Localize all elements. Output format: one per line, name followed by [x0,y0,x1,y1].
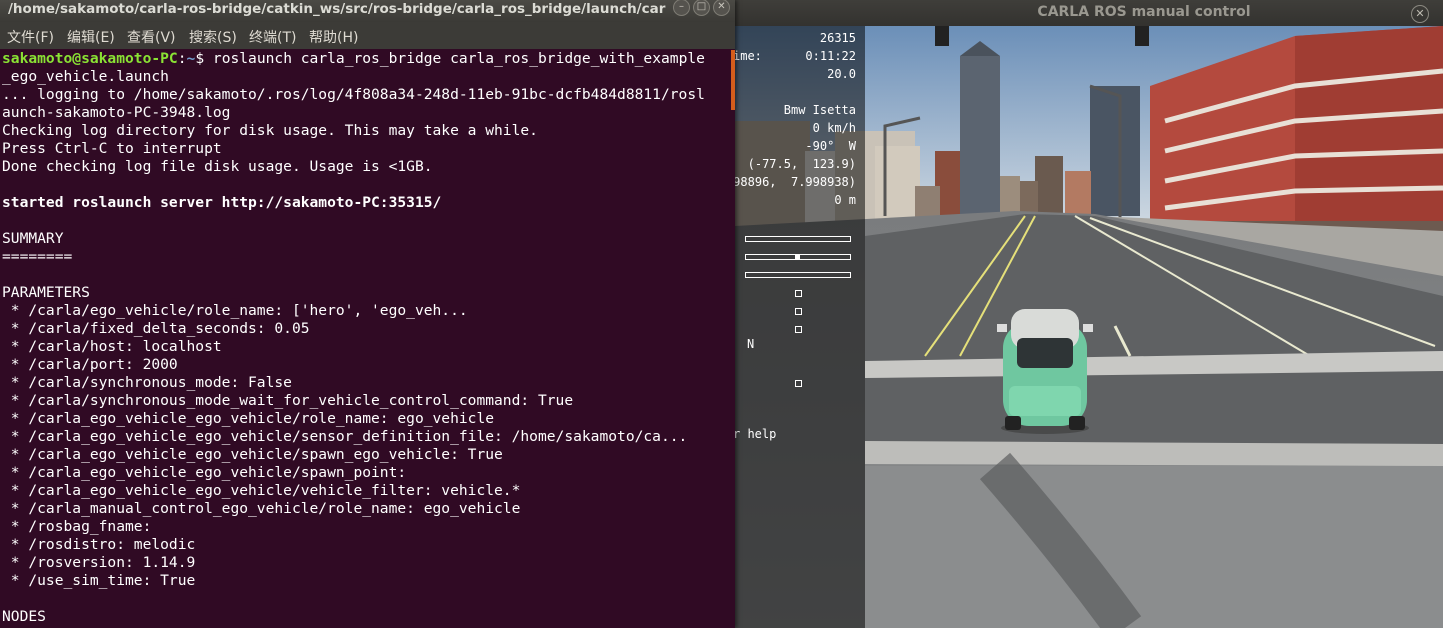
prompt-separator: : [177,50,187,67]
carla-window[interactable]: CARLA ROS manual control ✕ 26315 ime: 0:… [735,0,1443,628]
ego-vehicle [997,309,1093,434]
terminal-window-title: /home/sakamoto/carla-ros-bridge/catkin_w… [8,1,666,17]
minimize-icon[interactable]: – [673,0,690,16]
output-line: ... logging to /home/sakamoto/.ros/log/4… [2,86,705,103]
output-line: * /carla_ego_vehicle_ego_vehicle/spawn_p… [2,464,415,481]
output-line: Done checking log file disk usage. Usage… [2,158,433,175]
output-line: NODES [2,608,46,625]
output-line: started roslaunch server http://sakamoto… [2,194,442,211]
hud-steer-bar [745,254,851,260]
prompt-path: ~ [186,50,196,67]
output-line: ======== [2,248,73,265]
terminal-output[interactable]: sakamoto@sakamoto-PC:~$ roslaunch carla_… [2,50,730,626]
traffic-light [1135,26,1149,46]
output-line: * /carla_ego_vehicle_ego_vehicle/vehicle… [2,482,521,499]
output-line: * /carla/ego_vehicle/role_name: ['hero',… [2,302,468,319]
menu-file[interactable]: 文件(F) [7,27,54,47]
hud-steer-knob [795,254,800,260]
maximize-icon[interactable]: □ [693,0,710,16]
output-line: SUMMARY [2,230,64,247]
hud-manual-box [795,326,802,333]
terminal-titlebar[interactable]: /home/sakamoto/carla-ros-bridge/catkin_w… [0,0,735,22]
output-line: * /carla/fixed_delta_seconds: 0.05 [2,320,310,337]
output-line: * /carla/synchronous_mode: False [2,374,292,391]
prompt-dollar: $ [195,50,213,67]
terminal-menubar: 文件(F) 编辑(E) 查看(V) 搜索(S) 终端(T) 帮助(H) [0,22,735,49]
hud-reverse-box [795,290,802,297]
output-line: Checking log directory for disk usage. T… [2,122,538,139]
building-shadow [865,466,1443,628]
output-line: * /use_sim_time: True [2,572,196,589]
menu-search[interactable]: 搜索(S) [189,27,237,47]
menu-terminal[interactable]: 终端(T) [249,27,296,47]
terminal-window[interactable]: /home/sakamoto/carla-ros-bridge/catkin_w… [0,0,735,628]
output-line: * /rosbag_fname: [2,518,161,535]
close-icon[interactable]: ✕ [713,0,730,16]
output-line: Press Ctrl-C to interrupt [2,140,222,157]
output-line: aunch-sakamoto-PC-3948.log [2,104,231,121]
carla-close-icon[interactable]: ✕ [1411,5,1429,23]
output-line: * /rosversion: 1.14.9 [2,554,196,571]
hud-autopilot-box [795,380,802,387]
menu-view[interactable]: 查看(V) [127,27,176,47]
hud-gear: N [747,337,755,351]
hud-handbrake-box [795,308,802,315]
prompt-line: sakamoto@sakamoto-PC:~$ roslaunch carla_… [2,50,730,68]
menu-edit[interactable]: 编辑(E) [67,27,115,47]
prompt-user: sakamoto@sakamoto-PC [2,50,178,67]
output-line: * /carla/synchronous_mode_wait_for_vehic… [2,392,574,409]
output-lines: _ego_vehicle.launch... logging to /home/… [2,68,730,626]
output-line: * /carla_manual_control_ego_vehicle/role… [2,500,521,517]
output-line: * /carla_ego_vehicle_ego_vehicle/spawn_e… [2,446,503,463]
menu-help[interactable]: 帮助(H) [309,27,358,47]
carla-titlebar[interactable]: CARLA ROS manual control ✕ [735,0,1443,26]
output-line: _ego_vehicle.launch [2,68,169,85]
hud-throttle-bar [745,236,851,242]
crosswalk [865,441,1443,466]
output-line: * /carla/host: localhost [2,338,222,355]
output-line: PARAMETERS [2,284,90,301]
carla-window-title: CARLA ROS manual control [1037,4,1251,20]
output-line: * /carla/port: 2000 [2,356,178,373]
hud-brake-bar [745,272,851,278]
output-line: * /carla_ego_vehicle_ego_vehicle/sensor_… [2,428,688,445]
terminal-scrollbar[interactable] [731,50,735,110]
command-text: roslaunch carla_ros_bridge carla_ros_bri… [212,50,705,67]
traffic-light [935,26,949,46]
output-line: * /carla_ego_vehicle_ego_vehicle/role_na… [2,410,495,427]
output-line: * /rosdistro: melodic [2,536,196,553]
hud-panel: 26315 ime: 0:11:22 20.0 Bmw Isetta 0 km/h… [735,26,865,628]
